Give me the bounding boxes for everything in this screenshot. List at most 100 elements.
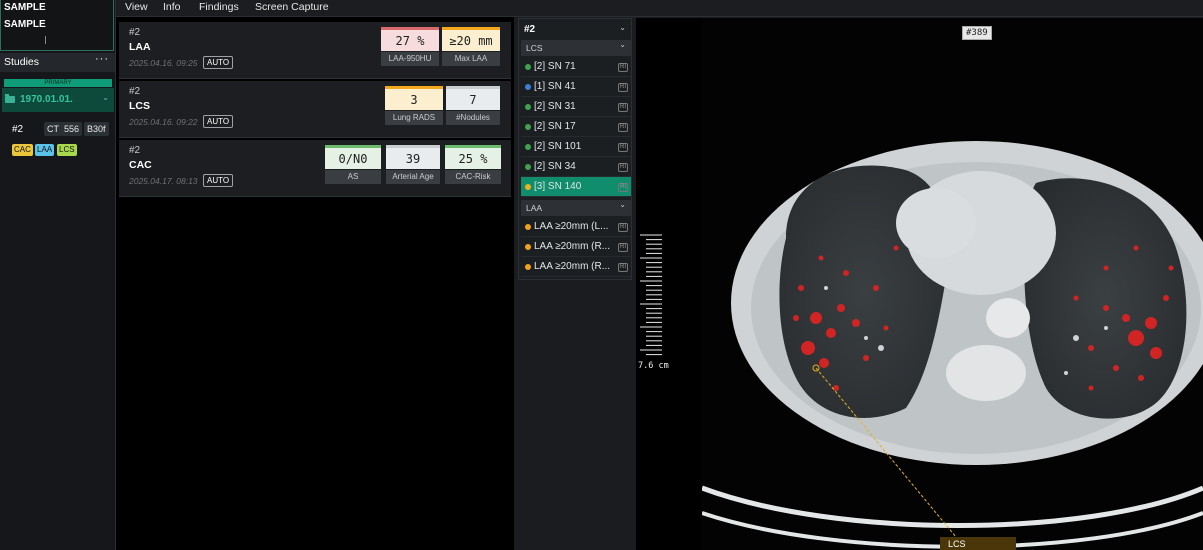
chevron-down-icon[interactable]: ⌄ bbox=[102, 93, 109, 102]
finding-label: [2] SN 34 bbox=[534, 161, 576, 172]
findings-header[interactable]: #2 ⌄ bbox=[519, 19, 631, 39]
status-dot-icon bbox=[525, 244, 531, 250]
group-label: LAA bbox=[526, 203, 543, 213]
metric-value: ≥20 mm bbox=[442, 27, 500, 51]
finding-item[interactable]: [2] SN 101 RI bbox=[521, 137, 631, 157]
ri-badge: RI bbox=[618, 83, 628, 92]
metric-value: 39 bbox=[386, 145, 440, 169]
results-panel: #2 LAA 2025.04.16. 09:25 AUTO 27 % LAA-9… bbox=[116, 17, 514, 550]
ri-badge: RI bbox=[618, 143, 628, 152]
metric-cac-risk: 25 % CAC-Risk bbox=[445, 145, 501, 185]
result-card-laa[interactable]: #2 LAA 2025.04.16. 09:25 AUTO 27 % LAA-9… bbox=[119, 22, 511, 79]
finding-item[interactable]: [2] SN 71 RI bbox=[521, 57, 631, 77]
metric-value: 25 % bbox=[445, 145, 501, 169]
metric-laa-950hu: 27 % LAA-950HU bbox=[381, 27, 439, 67]
studies-menu-icon[interactable]: ··· bbox=[95, 53, 109, 65]
study-date: 1970.01.01. bbox=[20, 94, 73, 105]
metric-label: CAC-Risk bbox=[445, 170, 501, 184]
tag-cac[interactable]: CAC bbox=[12, 144, 33, 156]
ri-badge: RI bbox=[618, 183, 628, 192]
chevron-down-icon[interactable]: ⌄ bbox=[619, 23, 626, 32]
metric-value: 27 % bbox=[381, 27, 439, 51]
finding-label: [2] SN 17 bbox=[534, 121, 576, 132]
menu-info[interactable]: Info bbox=[163, 1, 181, 13]
card-date: 2025.04.16. 09:22 bbox=[129, 117, 198, 127]
series-kernel-chip: B30f bbox=[84, 122, 109, 136]
ri-badge: RI bbox=[618, 163, 628, 172]
metric-label: #Nodules bbox=[446, 111, 500, 125]
ri-badge: RI bbox=[618, 103, 628, 112]
metric-label: LAA-950HU bbox=[381, 52, 439, 66]
result-card-lcs[interactable]: #2 LCS 2025.04.16. 09:22 AUTO 3 Lung RAD… bbox=[119, 81, 511, 138]
image-number: #389 bbox=[962, 26, 992, 40]
status-dot-icon bbox=[525, 264, 531, 270]
status-dot-icon bbox=[525, 164, 531, 170]
result-card-cac[interactable]: #2 CAC 2025.04.17. 08:13 AUTO 0/N0 AS 39… bbox=[119, 140, 511, 197]
study-item[interactable]: 1970.01.01. ⌄ bbox=[2, 88, 114, 112]
series-slices-chip: 556 bbox=[61, 122, 83, 136]
finding-item[interactable]: [1] SN 41 RI bbox=[521, 77, 631, 97]
status-dot-icon bbox=[525, 104, 531, 110]
finding-item[interactable]: [3] SN 140 RI bbox=[521, 177, 631, 197]
finding-item[interactable]: [2] SN 34 RI bbox=[521, 157, 631, 177]
metric-lung-rads: 3 Lung RADS bbox=[385, 86, 443, 126]
finding-label: [1] SN 41 bbox=[534, 81, 576, 92]
text-cursor bbox=[45, 36, 46, 44]
metric-nodules: 7 #Nodules bbox=[446, 86, 500, 126]
metric-arterial-age: 39 Arterial Age bbox=[386, 145, 440, 185]
status-dot-icon bbox=[525, 84, 531, 90]
patient-info-panel[interactable]: SAMPLE SAMPLE bbox=[0, 0, 114, 51]
status-dot-icon bbox=[525, 144, 531, 150]
patient-name: SAMPLE bbox=[4, 2, 46, 13]
findings-title: #2 bbox=[524, 24, 536, 35]
findings-group-lcs[interactable]: LCS ⌄ bbox=[521, 40, 631, 56]
findings-group-laa[interactable]: LAA ⌄ bbox=[521, 200, 631, 216]
card-series-number: #2 bbox=[129, 27, 141, 38]
finding-item[interactable]: LAA ≥20mm (R... RI bbox=[521, 257, 631, 277]
studies-title: Studies bbox=[4, 56, 40, 68]
series-modality-chip: CT bbox=[44, 122, 62, 136]
finding-item[interactable]: [2] SN 31 RI bbox=[521, 97, 631, 117]
ri-badge: RI bbox=[618, 63, 628, 72]
primary-badge: PRIMARY bbox=[4, 79, 112, 87]
card-title: LCS bbox=[129, 100, 150, 112]
top-menu-bar: View Info Findings Screen Capture bbox=[116, 0, 1203, 17]
ri-badge: RI bbox=[618, 263, 628, 272]
metric-as: 0/N0 AS bbox=[325, 145, 381, 185]
metric-label: AS bbox=[325, 170, 381, 184]
left-sidebar: SAMPLE SAMPLE Studies ··· PRIMARY 1970.0… bbox=[0, 0, 116, 550]
findings-panel: #2 ⌄ LCS ⌄ [2] SN 71 RI [1] SN 41 RI [2] SN … bbox=[518, 18, 632, 280]
metric-label: Arterial Age bbox=[386, 170, 440, 184]
ri-badge: RI bbox=[618, 123, 628, 132]
chevron-down-icon[interactable]: ⌄ bbox=[619, 40, 626, 49]
image-viewer[interactable]: 7.6 cm #389 LCS bbox=[636, 18, 1203, 550]
group-label: LCS bbox=[526, 43, 543, 53]
tag-laa[interactable]: LAA bbox=[35, 144, 55, 156]
metric-label: Max LAA bbox=[442, 52, 500, 66]
tag-lcs[interactable]: LCS bbox=[57, 144, 77, 156]
menu-screen-capture[interactable]: Screen Capture bbox=[255, 1, 329, 13]
menu-findings[interactable]: Findings bbox=[199, 1, 239, 13]
card-title: CAC bbox=[129, 159, 152, 171]
auto-badge: AUTO bbox=[203, 174, 234, 187]
chevron-down-icon[interactable]: ⌄ bbox=[619, 200, 626, 209]
status-dot-icon bbox=[525, 124, 531, 130]
lcs-annotation-label[interactable]: LCS bbox=[940, 537, 1016, 550]
metric-max-laa: ≥20 mm Max LAA bbox=[442, 27, 500, 67]
finding-item[interactable]: LAA ≥20mm (L... RI bbox=[521, 217, 631, 237]
finding-label: LAA ≥20mm (L... bbox=[534, 221, 609, 232]
patient-id: SAMPLE bbox=[4, 19, 46, 30]
finding-item[interactable]: [2] SN 17 RI bbox=[521, 117, 631, 137]
ct-scan-image bbox=[701, 18, 1203, 550]
scale-label: 7.6 cm bbox=[638, 361, 669, 371]
status-dot-icon bbox=[525, 64, 531, 70]
metric-value: 0/N0 bbox=[325, 145, 381, 169]
ruler-strip: 7.6 cm bbox=[636, 18, 702, 550]
metric-value: 3 bbox=[385, 86, 443, 110]
menu-view[interactable]: View bbox=[125, 1, 148, 13]
finding-label: LAA ≥20mm (R... bbox=[534, 241, 611, 252]
studies-header: Studies ··· bbox=[0, 53, 115, 72]
folder-icon bbox=[5, 94, 15, 103]
scale-ruler bbox=[640, 234, 662, 356]
finding-item[interactable]: LAA ≥20mm (R... RI bbox=[521, 237, 631, 257]
